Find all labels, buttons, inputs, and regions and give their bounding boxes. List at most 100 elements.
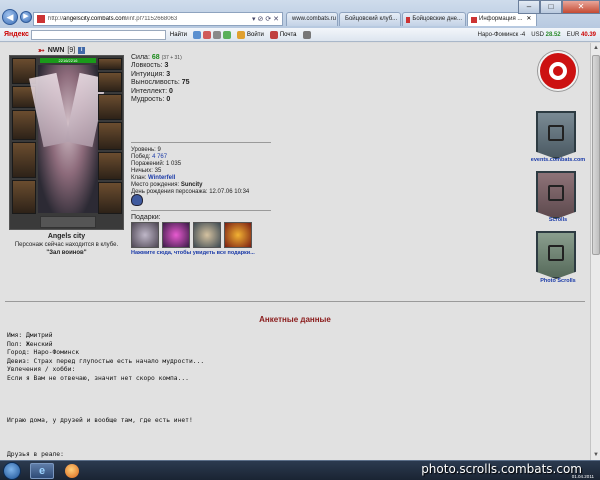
mail-link[interactable]: Почта [269,30,297,39]
browser-tab-bar: ◀ ▶ http://angelscity.combats.com/inf.pl… [0,0,600,28]
stat-agility: Ловкость: 3 [131,62,169,70]
watermark-date: 01.04.2011 [571,474,594,479]
address-url[interactable]: http://angelscity.combats.com/inf.pl?115… [48,16,252,22]
events-link[interactable]: events.combats.com [530,157,586,163]
user-icon [237,30,246,39]
eur-rate[interactable]: EUR 40.39 [567,32,596,38]
scroll-down-icon[interactable]: ▼ [591,450,600,460]
maximize-button[interactable]: □ [540,0,562,14]
tab-favicon-icon [471,16,477,23]
clan-link[interactable]: Winterfell [148,175,175,181]
tab-close-icon[interactable]: ✕ [526,13,531,26]
tab-favicon-icon [406,16,411,23]
slot-armor[interactable] [12,142,36,178]
info-birthday: День рождения персонажа: 12.07.06 10:34 [131,189,250,195]
info-losses: Поражений: 1 035 [131,161,182,167]
tool-icon [213,30,222,39]
gifts-row [131,222,252,248]
character-header: ➳ NWN [9] i [38,46,86,55]
gift-item[interactable] [131,222,159,248]
settings-button[interactable] [302,30,311,39]
close-button[interactable]: ✕ [562,0,600,14]
yandex-search-input[interactable] [30,29,166,40]
tab-information[interactable]: Информация ... ✕ [467,12,537,26]
toolbar-tools[interactable] [193,30,232,39]
tool-icon [223,30,232,39]
slot-weapon[interactable] [12,110,36,140]
stat-intellect: Интеллект: 0 [131,87,173,95]
doll-footer [40,216,96,228]
character-level: [9] [67,47,76,54]
clan-emblem-icon[interactable] [131,194,143,206]
tool-icon [203,30,212,39]
city-name: Angels city [47,233,86,240]
find-button[interactable]: Найти [170,32,187,38]
scrolls-banner-icon[interactable] [536,171,576,219]
watermark-text: photo.scrolls.combats.com [421,462,582,476]
start-button[interactable] [3,462,21,480]
page-content: ➳ NWN [9] i 2216/2216 Angels city Персон… [0,43,590,460]
gift-item[interactable] [224,222,252,248]
forward-button[interactable]: ▶ [20,11,32,23]
stat-strength: Сила: 68 (37 + 31) [131,54,182,61]
slot-ring[interactable] [98,94,122,120]
tab-fight-club[interactable]: Бойцовский клуб... [339,12,401,26]
slot-gloves[interactable] [98,72,122,92]
info-wins: Побед: 4 767 [131,154,168,160]
window-controls: – □ ✕ [518,0,600,14]
character-avatar[interactable] [29,65,107,213]
usd-rate[interactable]: USD 28.52 [531,32,560,38]
tab-combats-ru[interactable]: www.combats.ru ... [286,12,338,26]
events-banner-icon[interactable] [536,111,576,159]
address-bar[interactable]: http://angelscity.combats.com/inf.pl?115… [33,12,283,26]
scroll-thumb[interactable] [592,55,600,255]
gifts-link[interactable]: Нажмите сюда, чтобы увидеть все подарки.… [131,250,255,256]
hp-bar: 2216/2216 [40,58,96,63]
stat-endurance: Выносливость: 75 [131,79,190,87]
location-text: Персонаж сейчас находится в клубе. [14,242,119,248]
info-divider [131,210,271,211]
scrolls-link[interactable]: Scrolls [530,217,586,223]
back-button[interactable]: ◀ [2,9,18,25]
slot-earring[interactable] [98,58,122,70]
info-icon[interactable]: i [78,47,86,54]
minimize-button[interactable]: – [518,0,540,14]
combats-logo-icon[interactable] [538,51,578,91]
photo-scrolls-banner-icon[interactable] [536,231,576,279]
login-link[interactable]: Войти [237,30,264,39]
address-actions-icon[interactable]: ▾ ⊘ ⟳ ✕ [252,15,282,23]
toolbar-informers: Наро-Фоминск -4 USD 28.52 EUR 40.39 [478,32,600,38]
profile-data-text: Имя: Дмитрий Пол: Женский Город: Наро-Фо… [7,332,205,460]
clan-arrow-icon: ➳ [38,46,45,55]
scroll-up-icon[interactable]: ▲ [591,43,600,53]
info-clan: Клан: Winterfell [131,175,176,181]
gift-item[interactable] [162,222,190,248]
tool-icon [193,30,202,39]
vertical-scrollbar[interactable]: ▲ ▼ [590,43,600,460]
taskbar-ie-icon[interactable]: e [30,463,54,479]
info-draws: Ничьих: 35 [131,168,162,174]
taskbar-firefox-icon[interactable] [60,463,84,479]
info-block: Уровень: 9 Побед: 4 767 Поражений: 1 035… [131,147,249,196]
info-level: Уровень: 9 [131,147,161,153]
slot-boots[interactable] [98,182,122,214]
slot-shield[interactable] [98,122,122,150]
nav-buttons: ◀ ▶ [2,9,32,25]
mail-icon [269,30,278,39]
slot-belt[interactable] [12,180,36,214]
tab-fight-days[interactable]: Бойцовские дне... [402,12,466,26]
stats-block: Сила: 68 (37 + 31) Ловкость: 3 Интуиция:… [131,54,190,104]
section-separator [5,301,585,302]
gift-item[interactable] [193,222,221,248]
stat-wisdom: Мудрость: 0 [131,96,171,104]
photo-scrolls-link[interactable]: Photo Scrolls [530,278,586,284]
favicon-icon [37,15,45,23]
weather-informer[interactable]: Наро-Фоминск -4 [478,32,526,38]
slot-bracers[interactable] [98,152,122,180]
gear-icon [302,30,311,39]
stats-divider [131,142,271,143]
yandex-logo[interactable]: Яндекс [4,31,29,38]
gifts-title: Подарки: [131,214,161,221]
profile-data-title: Анкетные данные [259,315,331,324]
character-name: NWN [47,47,65,54]
